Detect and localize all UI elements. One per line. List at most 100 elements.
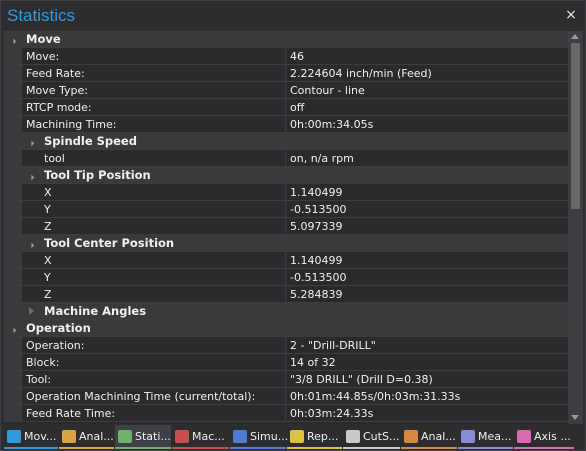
statistics-window: Statistics × Move Move: 46 Feed Rate: 2.22… — [0, 0, 586, 451]
property-name: X — [40, 252, 286, 268]
property-value: "3/8 DRILL" (Drill D=0.38) — [290, 372, 433, 386]
subcategory-label: Tool Center Position — [44, 236, 175, 250]
property-row[interactable]: Tool: "3/8 DRILL" (Drill D=0.38) — [4, 371, 568, 388]
machine-icon — [175, 429, 189, 443]
property-name: Machining Time: — [22, 116, 286, 132]
property-value: 1.140499 — [290, 253, 343, 267]
property-row[interactable]: Y -0.513500 — [4, 201, 568, 218]
simulation-icon — [233, 429, 247, 443]
subcategory-label: Machine Angles — [44, 304, 147, 318]
tab-axis[interactable]: Axis ... — [514, 425, 574, 449]
tab-label: Mov... — [24, 429, 57, 443]
vertical-scrollbar[interactable] — [568, 31, 583, 424]
collapse-icon[interactable] — [4, 31, 22, 47]
subcategory-label: Spindle Speed — [44, 134, 137, 148]
tab-analysis-2[interactable]: Anal... — [401, 425, 457, 449]
analysis-icon — [62, 429, 76, 443]
property-row[interactable]: X 1.140499 — [4, 252, 568, 269]
scroll-up-arrow-icon[interactable] — [571, 34, 579, 39]
property-name: Operation Machining Time (current/total)… — [22, 388, 286, 404]
subcategory-tool-center-position[interactable]: Tool Center Position — [4, 235, 568, 252]
property-name: Block: — [22, 354, 286, 370]
cut-settings-icon — [346, 429, 360, 443]
category-operation[interactable]: Operation — [4, 320, 568, 337]
property-value: on, n/a rpm — [290, 151, 354, 165]
collapse-icon[interactable] — [4, 320, 22, 336]
property-row[interactable]: Move: 46 — [4, 48, 568, 65]
property-value: 14 of 32 — [290, 355, 336, 369]
tab-simulation[interactable]: Simu... — [230, 425, 289, 449]
tab-move-list[interactable]: Mov... — [4, 425, 58, 449]
statistics-icon — [118, 429, 132, 443]
property-name: Move Type: — [22, 82, 286, 98]
tab-label: Simu... — [250, 429, 289, 443]
category-label: Operation — [26, 321, 91, 335]
property-name: Z — [40, 286, 286, 302]
tab-label: CutS... — [363, 429, 400, 443]
property-value: -0.513500 — [290, 270, 347, 284]
property-row[interactable]: Feed Rate: 2.224604 inch/min (Feed) — [4, 65, 568, 82]
panel-tab-strip: Mov... Anal... Stati... Mac... Simu... R… — [4, 425, 584, 449]
collapse-icon[interactable] — [22, 133, 40, 149]
property-value: -0.513500 — [290, 202, 347, 216]
subcategory-spindle-speed[interactable]: Spindle Speed — [4, 133, 568, 150]
collapse-icon[interactable] — [22, 235, 40, 251]
window-title: Statistics — [7, 6, 76, 25]
property-value: 0h:03m:24.33s — [290, 406, 374, 420]
property-value: 1.140499 — [290, 185, 343, 199]
tab-label: Anal... — [79, 429, 114, 443]
tab-cut-settings[interactable]: CutS... — [343, 425, 400, 449]
tab-machine[interactable]: Mac... — [172, 425, 229, 449]
tab-label: Stati... — [135, 429, 171, 443]
category-move[interactable]: Move — [4, 31, 568, 48]
collapse-icon[interactable] — [22, 167, 40, 183]
tab-label: Mea... — [478, 429, 512, 443]
report-icon — [290, 429, 304, 443]
property-row[interactable]: Z 5.097339 — [4, 218, 568, 235]
property-name: Z — [40, 218, 286, 234]
property-name: Feed Rate: — [22, 65, 286, 81]
subcategory-machine-angles[interactable]: Machine Angles — [4, 303, 568, 320]
property-name: tool — [40, 150, 286, 166]
property-row[interactable]: Operation: 2 - "Drill-DRILL" — [4, 337, 568, 354]
close-icon[interactable]: × — [564, 8, 578, 22]
property-name: X — [40, 184, 286, 200]
property-row[interactable]: RTCP mode: off — [4, 99, 568, 116]
property-row[interactable]: tool on, n/a rpm — [4, 150, 568, 167]
property-value: 0h:01m:44.85s/0h:03m:31.33s — [290, 389, 461, 403]
property-row[interactable]: Z 5.284839 — [4, 286, 568, 303]
tab-label: Mac... — [192, 429, 225, 443]
property-name: RTCP mode: — [22, 99, 286, 115]
property-row[interactable]: Y -0.513500 — [4, 269, 568, 286]
tab-analysis[interactable]: Anal... — [59, 425, 114, 449]
property-value: 2.224604 inch/min (Feed) — [290, 66, 432, 80]
category-label: Move — [26, 32, 61, 46]
property-name: Y — [40, 201, 286, 217]
property-row[interactable]: X 1.140499 — [4, 184, 568, 201]
tab-statistics[interactable]: Stati... — [115, 425, 171, 449]
scroll-down-arrow-icon[interactable] — [571, 415, 579, 420]
property-name: Y — [40, 269, 286, 285]
property-value: 46 — [290, 49, 304, 63]
property-name: Tool: — [22, 371, 286, 387]
title-bar: Statistics × — [1, 1, 585, 31]
property-row[interactable]: Block: 14 of 32 — [4, 354, 568, 371]
axis-icon — [517, 429, 531, 443]
property-name: Feed Rate Time: — [22, 405, 286, 421]
scrollbar-thumb[interactable] — [571, 43, 580, 209]
tab-measure[interactable]: Mea... — [458, 425, 513, 449]
subcategory-tool-tip-position[interactable]: Tool Tip Position — [4, 167, 568, 184]
property-row[interactable]: Feed Rate Time: 0h:03m:24.33s — [4, 405, 568, 422]
property-value: 5.284839 — [290, 287, 343, 301]
property-grid: Move Move: 46 Feed Rate: 2.224604 inch/min… — [4, 31, 568, 424]
property-name: Operation: — [22, 337, 286, 353]
property-name: Move: — [22, 48, 286, 64]
expand-icon[interactable] — [22, 303, 40, 319]
property-row[interactable]: Move Type: Contour - line — [4, 82, 568, 99]
tab-report[interactable]: Rep... — [287, 425, 342, 449]
measure-icon — [461, 429, 475, 443]
tab-label: Axis ... — [534, 429, 571, 443]
tab-label: Rep... — [307, 429, 339, 443]
property-row[interactable]: Machining Time: 0h:00m:34.05s — [4, 116, 568, 133]
property-row[interactable]: Operation Machining Time (current/total)… — [4, 388, 568, 405]
